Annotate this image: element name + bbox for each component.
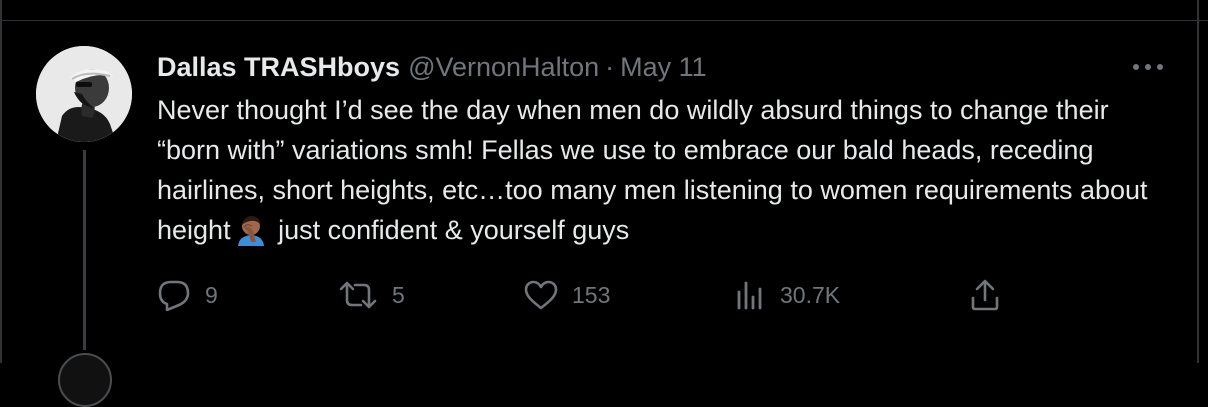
view-count: 30.7K [780,281,841,308]
right-border [1197,0,1199,363]
like-button[interactable]: 153 [524,275,610,315]
next-reply-avatar[interactable] [58,353,112,407]
more-options-button[interactable] [1128,52,1168,82]
heart-icon [524,280,558,310]
author-handle[interactable]: @VernonHalton [408,52,599,83]
share-icon [971,279,999,311]
share-button[interactable] [968,275,1002,315]
retweet-count: 5 [392,281,405,308]
reply-icon [158,280,190,311]
tweet-date[interactable]: May 11 [620,52,707,83]
like-count: 153 [572,281,611,308]
tweet-text-end: just confident & yourself guys [278,215,630,245]
reply-count: 9 [205,281,218,308]
avatar-image [36,46,132,142]
left-border [0,0,2,363]
views-button[interactable]: 30.7K [734,275,840,315]
thread-line [83,150,86,350]
author-name[interactable]: Dallas TRASHboys [157,52,400,83]
retweet-icon [339,281,377,309]
face-palm-emoji [234,212,268,246]
author-avatar[interactable] [36,46,132,142]
reply-button[interactable]: 9 [157,275,218,315]
retweet-button[interactable]: 5 [338,275,405,315]
header-separator: · [605,51,615,82]
more-dots-icon [1133,64,1163,70]
views-chart-icon [737,281,762,310]
tweet-text: Never thought I’d see the day when men d… [157,90,1177,250]
tweet-header: Dallas TRASHboys @VernonHalton · May 11 [157,47,707,87]
top-divider [0,20,1208,21]
